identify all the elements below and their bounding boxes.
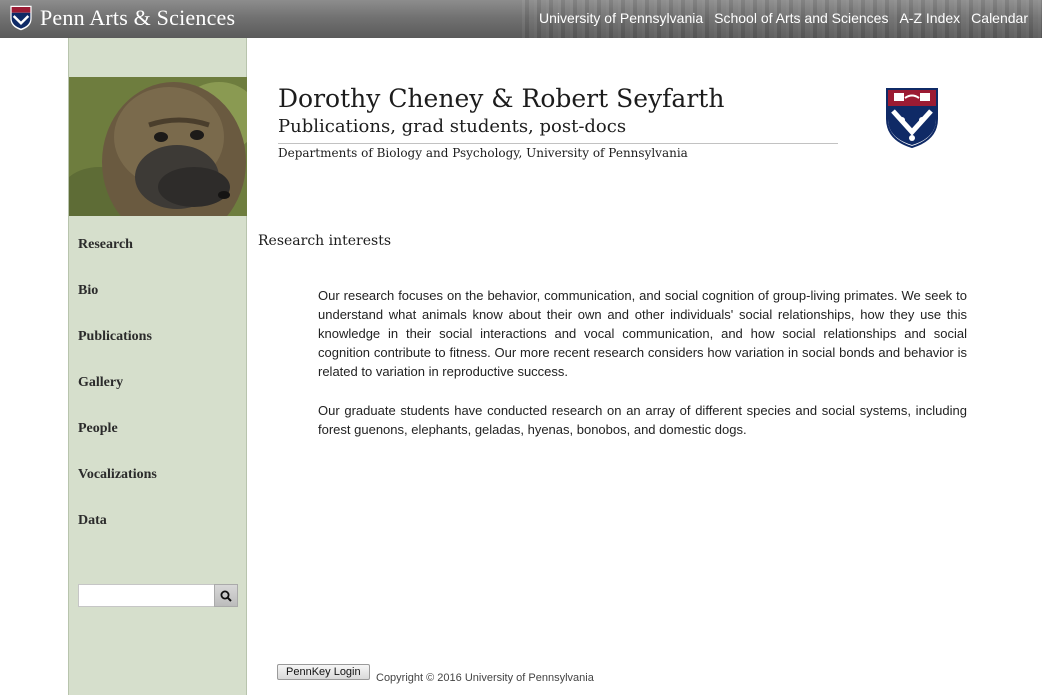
penn-shield-icon xyxy=(886,88,938,149)
sidebar: Research Bio Publications Gallery People… xyxy=(68,38,247,695)
sidebar-nav: Research Bio Publications Gallery People… xyxy=(78,235,157,557)
search-button[interactable] xyxy=(214,584,238,607)
top-links: University of Pennsylvania School of Art… xyxy=(539,10,1028,26)
nav-bio[interactable]: Bio xyxy=(78,283,98,298)
sidebar-item-vocalizations: Vocalizations xyxy=(78,465,157,511)
brand-link[interactable]: Penn Arts & Sciences xyxy=(10,5,235,31)
search-form xyxy=(78,584,238,607)
nav-vocalizations[interactable]: Vocalizations xyxy=(78,467,157,482)
nav-gallery[interactable]: Gallery xyxy=(78,375,123,390)
link-university-of-pennsylvania[interactable]: University of Pennsylvania xyxy=(539,10,703,26)
sidebar-item-research: Research xyxy=(78,235,157,281)
sidebar-item-people: People xyxy=(78,419,157,465)
sidebar-item-bio: Bio xyxy=(78,281,157,327)
nav-data[interactable]: Data xyxy=(78,513,107,528)
students-paragraph: Our graduate students have conducted res… xyxy=(318,403,967,437)
brand-text: Penn Arts & Sciences xyxy=(40,5,236,30)
top-bar: Penn Arts & Sciences University of Penns… xyxy=(0,0,1042,38)
nav-people[interactable]: People xyxy=(78,421,118,436)
nav-research[interactable]: Research xyxy=(78,237,133,252)
main-content: Our research focuses on the behavior, co… xyxy=(318,286,967,459)
penn-shield-icon xyxy=(10,5,32,31)
section-title: Research interests xyxy=(258,233,392,249)
link-a-z-index[interactable]: A-Z Index xyxy=(899,10,960,26)
header-divider xyxy=(278,143,838,144)
copyright-text: Copyright © 2016 University of Pennsylva… xyxy=(376,672,594,684)
nav-publications[interactable]: Publications xyxy=(78,329,152,344)
search-input[interactable] xyxy=(78,584,214,607)
baboon-photo-image xyxy=(69,77,247,216)
site-subtitle: Publications, grad students, post-docs xyxy=(278,116,627,137)
link-calendar[interactable]: Calendar xyxy=(971,10,1028,26)
search-icon xyxy=(220,590,232,602)
sidebar-item-data: Data xyxy=(78,511,157,557)
pennkey-login-button[interactable]: PennKey Login xyxy=(277,664,370,680)
site-title: Dorothy Cheney & Robert Seyfarth xyxy=(278,84,725,113)
department-line: Departments of Biology and Psychology, U… xyxy=(278,146,688,160)
sidebar-item-gallery: Gallery xyxy=(78,373,157,419)
research-paragraph: Our research focuses on the behavior, co… xyxy=(318,288,967,379)
baboon-photo xyxy=(69,77,247,216)
link-school-of-arts-and-sciences[interactable]: School of Arts and Sciences xyxy=(714,10,888,26)
sidebar-item-publications: Publications xyxy=(78,327,157,373)
